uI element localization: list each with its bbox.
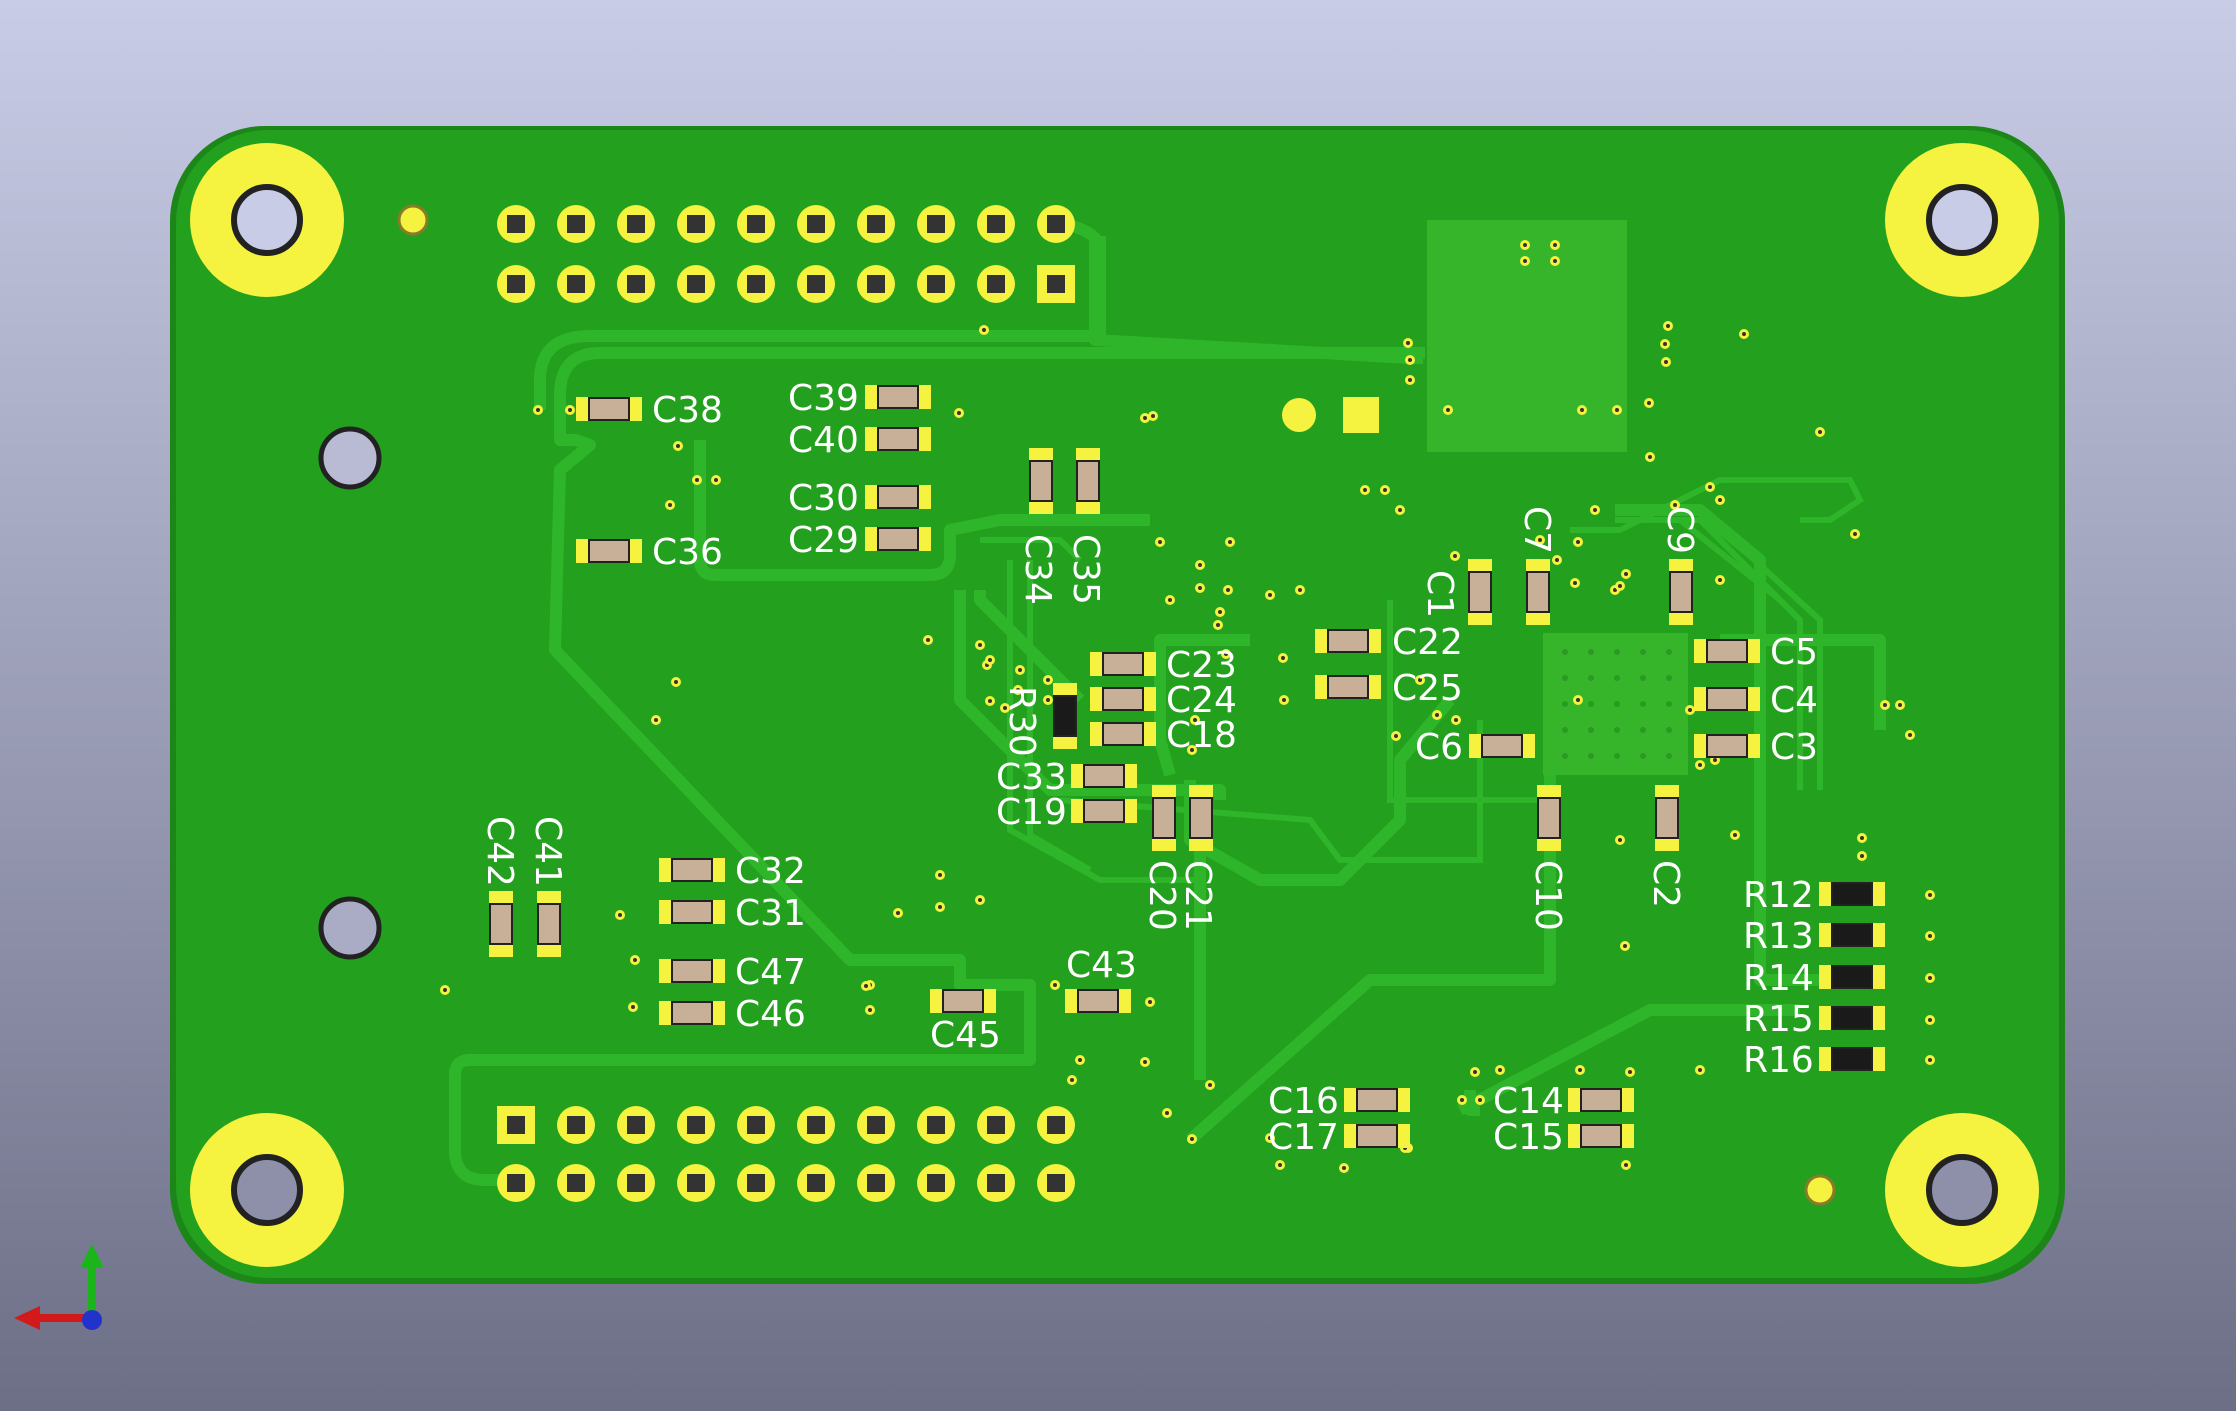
silkscreen-ref-r30: R30 xyxy=(1001,686,1042,757)
silkscreen-ref-c2: C2 xyxy=(1645,860,1686,908)
silkscreen-ref-r13: R13 xyxy=(1743,916,1814,957)
silkscreen-ref-c6: C6 xyxy=(1415,727,1463,768)
component-r30: R30 xyxy=(1001,683,1077,757)
silkscreen-ref-c47: C47 xyxy=(735,952,806,993)
via-top-left xyxy=(397,204,429,236)
component-c45: C45 xyxy=(930,989,1001,1056)
npth-hole-lower xyxy=(318,896,382,960)
silkscreen-ref-c18: C18 xyxy=(1166,715,1237,756)
silkscreen-ref-c30: C30 xyxy=(788,478,859,519)
silkscreen-ref-c19: C19 xyxy=(996,792,1067,833)
silkscreen-ref-c38: C38 xyxy=(652,390,723,431)
silkscreen-ref-r16: R16 xyxy=(1743,1040,1814,1081)
silkscreen-ref-c14: C14 xyxy=(1493,1081,1564,1122)
silkscreen-ref-c4: C4 xyxy=(1770,680,1818,721)
silkscreen-ref-c31: C31 xyxy=(735,893,806,934)
silkscreen-ref-c40: C40 xyxy=(788,420,859,461)
silkscreen-ref-c5: C5 xyxy=(1770,632,1818,673)
silkscreen-ref-r15: R15 xyxy=(1743,999,1814,1040)
silkscreen-ref-c46: C46 xyxy=(735,994,806,1035)
silkscreen-ref-c21: C21 xyxy=(1177,860,1218,931)
silkscreen-ref-c10: C10 xyxy=(1527,860,1568,931)
rf-module-shield xyxy=(1427,220,1627,452)
via-bottom-right xyxy=(1804,1174,1836,1206)
silkscreen-ref-c17: C17 xyxy=(1268,1117,1339,1158)
silkscreen-ref-r14: R14 xyxy=(1743,958,1814,999)
npth-hole-upper xyxy=(318,426,382,490)
silkscreen-ref-c45: C45 xyxy=(930,1015,1001,1056)
silkscreen-ref-c25: C25 xyxy=(1392,668,1463,709)
pcb-3d-viewport[interactable]: C38 C36 C39 C40 C30 C29 C34 C35 C23 C24 C18 C33 C19 C… xyxy=(0,0,2236,1411)
silkscreen-ref-c41: C41 xyxy=(527,816,568,887)
silkscreen-ref-c3: C3 xyxy=(1770,727,1818,768)
silkscreen-ref-c34: C34 xyxy=(1017,534,1058,605)
silkscreen-ref-c15: C15 xyxy=(1493,1117,1564,1158)
silkscreen-ref-c20: C20 xyxy=(1141,860,1182,931)
silkscreen-ref-c32: C32 xyxy=(735,851,806,892)
silkscreen-ref-c36: C36 xyxy=(652,532,723,573)
jumper-pad-2 xyxy=(1343,397,1379,433)
silkscreen-ref-c29: C29 xyxy=(788,520,859,561)
silkscreen-ref-c16: C16 xyxy=(1268,1081,1339,1122)
silkscreen-ref-c35: C35 xyxy=(1065,534,1106,605)
pcb-3d-scene: C38C36C39C40C30C29 C34 C35C23C24C18C33C19C… xyxy=(0,0,2236,1411)
silkscreen-ref-c1: C1 xyxy=(1419,570,1460,618)
silkscreen-ref-c42: C42 xyxy=(479,816,520,887)
silkscreen-ref-r12: R12 xyxy=(1743,875,1814,916)
silkscreen-ref-c43: C43 xyxy=(1066,945,1137,986)
silkscreen-ref-c7: C7 xyxy=(1516,506,1557,554)
silkscreen-ref-c39: C39 xyxy=(788,378,859,419)
silkscreen-ref-c22: C22 xyxy=(1392,622,1463,663)
jumper-pad-1 xyxy=(1282,398,1316,432)
z-axis-dot xyxy=(82,1310,102,1330)
silkscreen-ref-c9: C9 xyxy=(1659,506,1700,554)
component-c43: C43 xyxy=(1065,945,1137,1013)
